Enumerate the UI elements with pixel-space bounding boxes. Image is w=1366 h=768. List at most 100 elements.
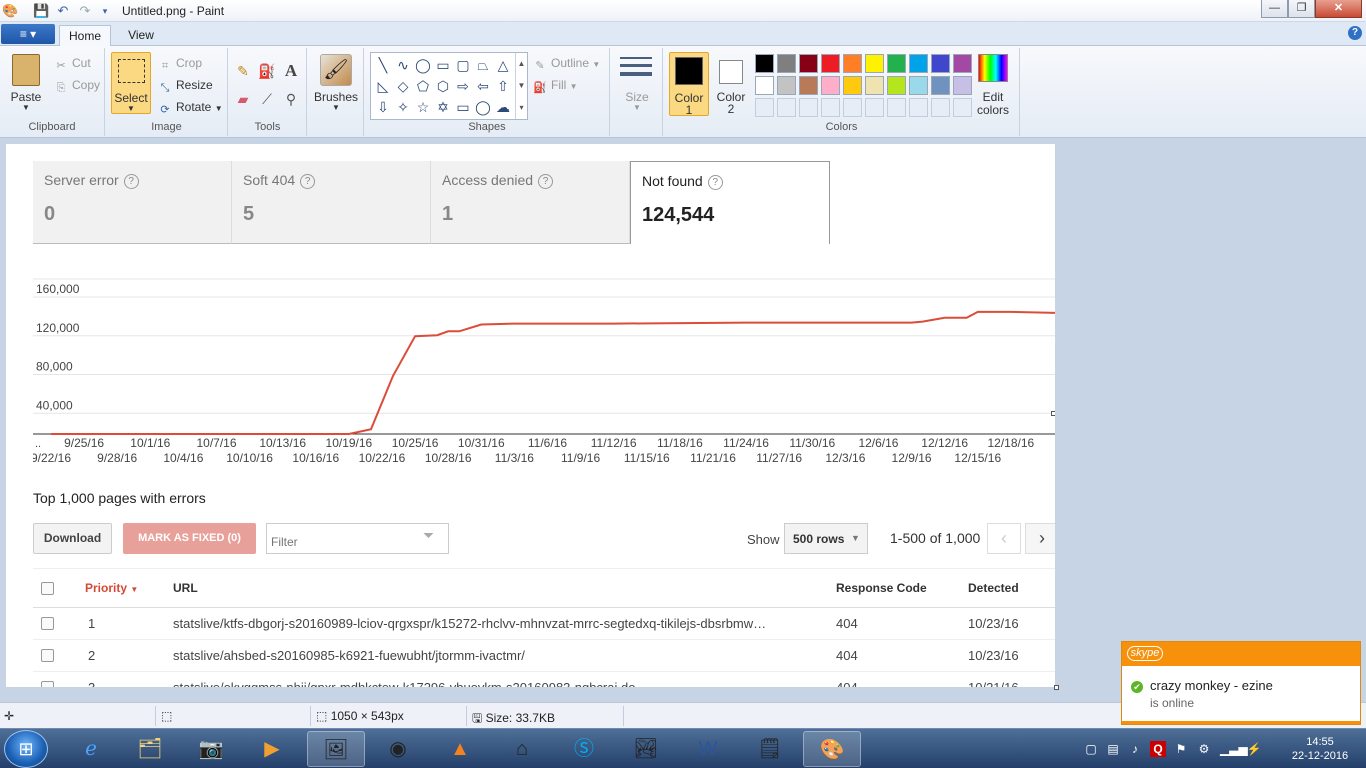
file-menu-button[interactable]: ≡ ▾	[1, 24, 55, 44]
tray-device-icon[interactable]: ⚙	[1196, 741, 1212, 757]
undo-icon[interactable]: ↶	[55, 3, 71, 19]
save-icon[interactable]: 💾	[33, 3, 49, 19]
help-icon[interactable]: ?	[707, 175, 723, 190]
rectangle-shape-icon[interactable]: ▭	[433, 55, 453, 75]
previous-page-button[interactable]: ‹	[987, 523, 1021, 554]
paint-app-taskbar-icon[interactable]: 🎨	[803, 731, 861, 767]
crop-button[interactable]: ⌗ Crop	[158, 56, 202, 73]
six-point-star-shape-icon[interactable]: ✡	[433, 97, 453, 117]
start-button[interactable]: ⊞	[4, 730, 48, 768]
color-swatch[interactable]	[865, 76, 884, 95]
cut-button[interactable]: ✂ Cut	[54, 56, 90, 73]
tray-notification-icon[interactable]: ▢	[1083, 741, 1099, 757]
cloud-callout-shape-icon[interactable]: ☁	[493, 97, 513, 117]
paint-taskbar-icon[interactable]: 🖼	[307, 731, 365, 767]
down-arrow-shape-icon[interactable]: ⇩	[373, 97, 393, 117]
color-swatch[interactable]	[843, 54, 862, 73]
shapes-gallery[interactable]: ╲ ∿ ◯ ▭ ▢ ⏢ △ ◺ ◇ ⬠ ⬡ ⇨ ⇦ ⇧ ⇩ ✧ ☆ ✡ ▭ ◯ …	[370, 52, 528, 120]
copy-button[interactable]: ⎘ Copy	[54, 78, 100, 95]
color-swatch[interactable]	[909, 54, 928, 73]
custom-color-slot[interactable]	[843, 98, 862, 117]
chevron-down-icon[interactable]: ▼	[851, 533, 860, 543]
custom-color-slot[interactable]	[777, 98, 796, 117]
edit-colors-label[interactable]: Edit	[970, 90, 1016, 104]
stat-access-denied[interactable]: Access denied? 1	[431, 161, 630, 244]
custom-color-slot[interactable]	[887, 98, 906, 117]
download-button[interactable]: Download	[33, 523, 112, 554]
tab-home[interactable]: Home	[59, 25, 111, 46]
redo-icon[interactable]: ↷	[77, 3, 93, 19]
custom-color-slot[interactable]	[799, 98, 818, 117]
fill-button[interactable]: ⛽ Fill ▼	[533, 78, 577, 95]
skype-icon[interactable]: Ⓢ	[555, 731, 613, 767]
edit-colors-label-2[interactable]: colors	[970, 103, 1016, 117]
filter-input[interactable]	[266, 523, 449, 554]
internet-explorer-icon[interactable]: ℯ	[62, 731, 120, 767]
eraser-icon[interactable]: ▰	[232, 88, 254, 110]
table-row[interactable]: 1 statslive/ktfs-dbgorj-s20160989-lciov-q…	[33, 608, 1055, 640]
paste-icon[interactable]	[12, 54, 40, 86]
color-swatch[interactable]	[909, 76, 928, 95]
size-group[interactable]: Size ▼	[611, 48, 663, 136]
color-swatch[interactable]	[799, 54, 818, 73]
row-checkbox[interactable]	[41, 681, 54, 687]
canvas-area[interactable]: Server error? 0 Soft 404? 5 Access denie…	[0, 139, 1366, 702]
word-icon[interactable]: W	[679, 731, 737, 767]
tray-acrobat-icon[interactable]: ⚡	[1246, 741, 1262, 757]
color1-button[interactable]: Color 1	[669, 52, 709, 117]
url-column-header[interactable]: URL	[173, 581, 198, 595]
resize-handle[interactable]	[1054, 685, 1059, 690]
rect-callout-shape-icon[interactable]: ▭	[453, 97, 473, 117]
url-cell[interactable]: statslive/ktfs-dbgorj-s20160989-lciov-qr…	[173, 616, 829, 631]
right-arrow-shape-icon[interactable]: ⇨	[453, 76, 473, 96]
file-explorer-icon[interactable]: 🗂	[121, 731, 179, 767]
color-swatch[interactable]	[865, 54, 884, 73]
color-swatch[interactable]	[931, 54, 950, 73]
table-row[interactable]: 2 statslive/ahsbed-s20160985-k6921-fuewub…	[33, 640, 1055, 672]
custom-color-slot[interactable]	[909, 98, 928, 117]
vlc-icon[interactable]: ▲	[431, 731, 489, 767]
customize-quick-access-icon[interactable]: ▾	[97, 3, 113, 19]
chrome-icon[interactable]: ◉	[369, 731, 427, 767]
pencil-icon[interactable]: ✎	[232, 60, 254, 82]
maximize-button[interactable]: ❐	[1288, 0, 1315, 18]
color-swatch[interactable]	[755, 76, 774, 95]
custom-color-slot[interactable]	[755, 98, 774, 117]
hexagon-shape-icon[interactable]: ⬡	[433, 76, 453, 96]
resize-button[interactable]: ⤡ Resize	[158, 78, 213, 95]
help-icon[interactable]: ?	[123, 174, 139, 189]
media-player-icon[interactable]: ▶	[243, 731, 301, 767]
text-tool-icon[interactable]: A	[280, 60, 302, 82]
help-icon[interactable]: ?	[538, 174, 554, 189]
mark-as-fixed-button[interactable]: MARK AS FIXED (0)	[123, 523, 256, 554]
table-row[interactable]: 3 statslive/okyggmss-nhii/gnxr-mdhkctew-k…	[33, 672, 1055, 687]
color-swatch[interactable]	[777, 54, 796, 73]
color-picker-icon[interactable]: ⟋	[256, 88, 278, 110]
tray-signal-icon[interactable]: ▁▃▅	[1220, 741, 1248, 757]
shapes-scroll[interactable]: ▲ ▼ ▾	[515, 53, 527, 119]
help-icon[interactable]: ?	[300, 174, 316, 189]
photo-viewer-icon[interactable]: 🏞	[617, 731, 675, 767]
color-swatch[interactable]	[799, 76, 818, 95]
line-shape-icon[interactable]: ╲	[373, 55, 393, 75]
help-icon[interactable]: ?	[1348, 26, 1362, 40]
tray-network-icon[interactable]: ▤	[1105, 741, 1121, 757]
color-swatch[interactable]	[777, 76, 796, 95]
row-checkbox[interactable]	[41, 649, 54, 662]
detected-column-header[interactable]: Detected	[968, 581, 1019, 595]
right-triangle-shape-icon[interactable]: ◺	[373, 76, 393, 96]
brushes-group[interactable]: 🖌 Brushes ▼	[308, 48, 364, 136]
outline-button[interactable]: ✎ Outline ▼	[533, 56, 600, 73]
color-swatch[interactable]	[931, 76, 950, 95]
curve-shape-icon[interactable]: ∿	[393, 55, 413, 75]
url-cell[interactable]: statslive/okyggmss-nhii/gnxr-mdhkctew-k1…	[173, 680, 829, 687]
diamond-shape-icon[interactable]: ◇	[393, 76, 413, 96]
tab-view[interactable]: View	[116, 25, 166, 46]
notepad-icon[interactable]: 🗒	[741, 731, 799, 767]
color-swatch[interactable]	[755, 54, 774, 73]
fill-bucket-icon[interactable]: ⛽	[256, 60, 278, 82]
edit-colors-icon[interactable]	[978, 54, 1008, 82]
custom-color-slot[interactable]	[821, 98, 840, 117]
priority-column-header[interactable]: Priority ▼	[85, 581, 138, 595]
color-swatch[interactable]	[843, 76, 862, 95]
